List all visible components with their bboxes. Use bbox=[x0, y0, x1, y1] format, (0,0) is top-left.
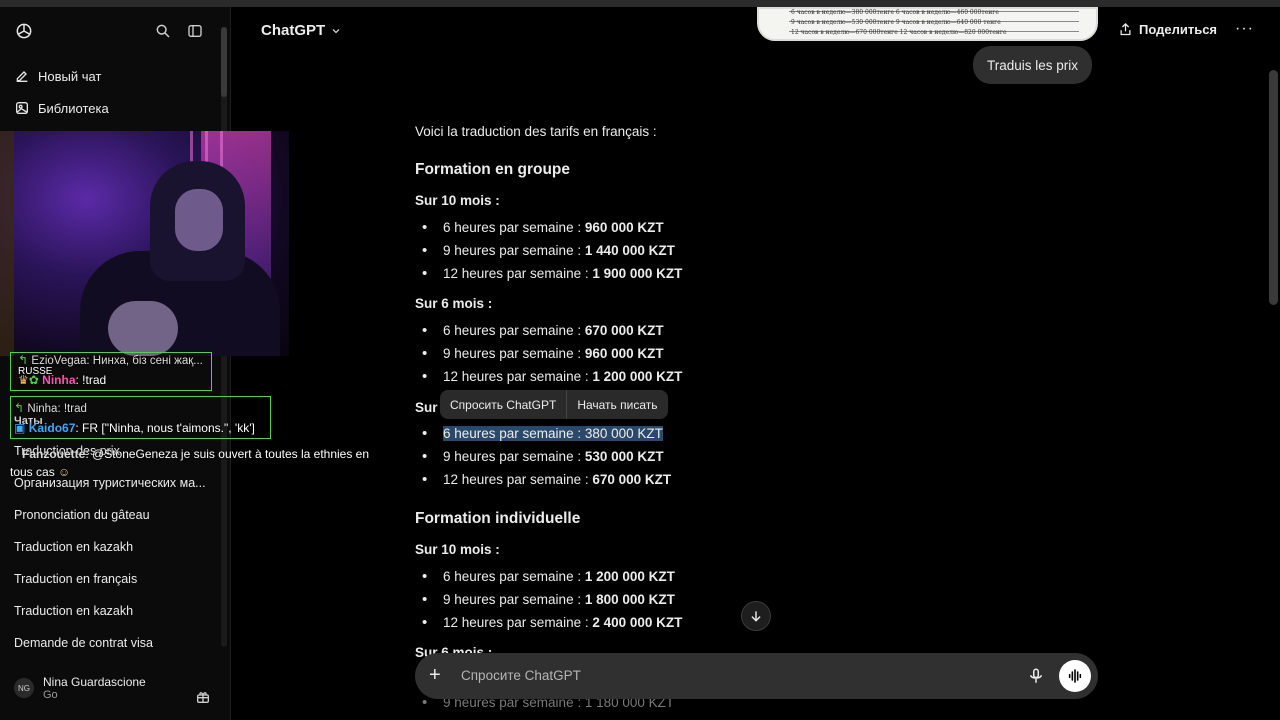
user-plan: Go bbox=[43, 689, 58, 701]
plus-icon[interactable]: + bbox=[429, 665, 441, 685]
stream-chat-reply: ↰ Ninha: !trad bbox=[14, 401, 87, 415]
subheading: Sur 6 mois : bbox=[415, 296, 493, 311]
assistant-intro: Voici la traduction des tarifs en frança… bbox=[415, 124, 657, 139]
user-name: Nina Guardascione bbox=[43, 675, 146, 689]
more-options-button[interactable]: ··· bbox=[1235, 20, 1254, 38]
section-heading: Formation individuelle bbox=[415, 510, 581, 527]
chat-item[interactable]: Traduction en kazakh bbox=[14, 604, 133, 618]
webcam-overlay bbox=[0, 131, 289, 356]
composer-input[interactable]: Спросите ChatGPT bbox=[461, 668, 581, 683]
stream-chat-reply: ↰ EzioVegaa: Нинха, біз сені жақ... bbox=[18, 353, 203, 367]
uploaded-image-preview[interactable]: 6 часов в неделю—380 000тенге 6 часов в … bbox=[757, 7, 1098, 41]
subheading: Sur 10 mois : bbox=[415, 542, 500, 557]
library-icon bbox=[16, 102, 28, 114]
stream-chat-message: ▣ Kaido67: FR ["Ninha, nous t'aimons.", … bbox=[14, 421, 255, 435]
chat-item[interactable]: Traduction en français bbox=[14, 572, 137, 586]
window-top-strip bbox=[0, 0, 1280, 7]
library-label: Библиотека bbox=[38, 100, 109, 116]
share-label: Поделиться bbox=[1139, 22, 1218, 37]
waveform-icon bbox=[1068, 669, 1082, 683]
sidebar-library[interactable]: Библиотека bbox=[14, 100, 109, 116]
user-message-text: Traduis les prix bbox=[987, 57, 1079, 73]
chat-item[interactable]: Prononciation du gâteau bbox=[14, 508, 150, 522]
stream-chat-message: ♛✿ Ninha: !trad bbox=[18, 373, 107, 387]
stream-chat-message: Fanzouette: @StoneGeneza je suis ouvert … bbox=[22, 447, 370, 461]
user-profile[interactable]: NG Nina Guardascione Go bbox=[14, 675, 146, 701]
sidebar-toggle-icon[interactable] bbox=[184, 20, 206, 42]
microphone-icon[interactable] bbox=[1027, 666, 1045, 686]
arrow-down-icon bbox=[751, 611, 761, 622]
scroll-to-bottom-button[interactable] bbox=[741, 601, 771, 631]
voice-mode-button[interactable] bbox=[1059, 660, 1091, 692]
compose-icon bbox=[16, 71, 28, 82]
stream-chat-message-cont: tous cas ☺ bbox=[10, 465, 71, 479]
main-scrollbar[interactable] bbox=[1269, 70, 1278, 305]
share-button[interactable]: Поделиться bbox=[1118, 22, 1217, 37]
share-icon bbox=[1120, 22, 1131, 36]
chevron-down-icon bbox=[332, 28, 340, 33]
subheading: Sur 10 mois : bbox=[415, 193, 500, 208]
gift-icon[interactable] bbox=[195, 689, 211, 705]
user-message-bubble: Traduis les prix bbox=[973, 46, 1093, 84]
openai-logo-icon[interactable] bbox=[13, 20, 35, 42]
search-icon[interactable] bbox=[152, 20, 174, 42]
subheading: Sur bbox=[415, 400, 438, 415]
selection-popup: Спросить ChatGPT Начать писать bbox=[440, 390, 668, 419]
ask-chatgpt-button[interactable]: Спросить ChatGPT bbox=[440, 398, 566, 412]
model-name: ChatGPT bbox=[261, 22, 326, 39]
avatar: NG bbox=[14, 678, 34, 698]
section-heading: Formation en groupe bbox=[415, 161, 570, 178]
model-selector[interactable]: ChatGPT bbox=[261, 22, 342, 39]
sidebar-new-chat[interactable]: Новый чат bbox=[14, 68, 101, 84]
new-chat-label: Новый чат bbox=[38, 68, 102, 84]
message-composer[interactable]: + Спросите ChatGPT bbox=[415, 653, 1098, 699]
chat-item[interactable]: Traduction en kazakh bbox=[14, 540, 133, 554]
start-writing-button[interactable]: Начать писать bbox=[567, 398, 667, 412]
chat-item[interactable]: Demande de contrat visa bbox=[14, 636, 153, 650]
